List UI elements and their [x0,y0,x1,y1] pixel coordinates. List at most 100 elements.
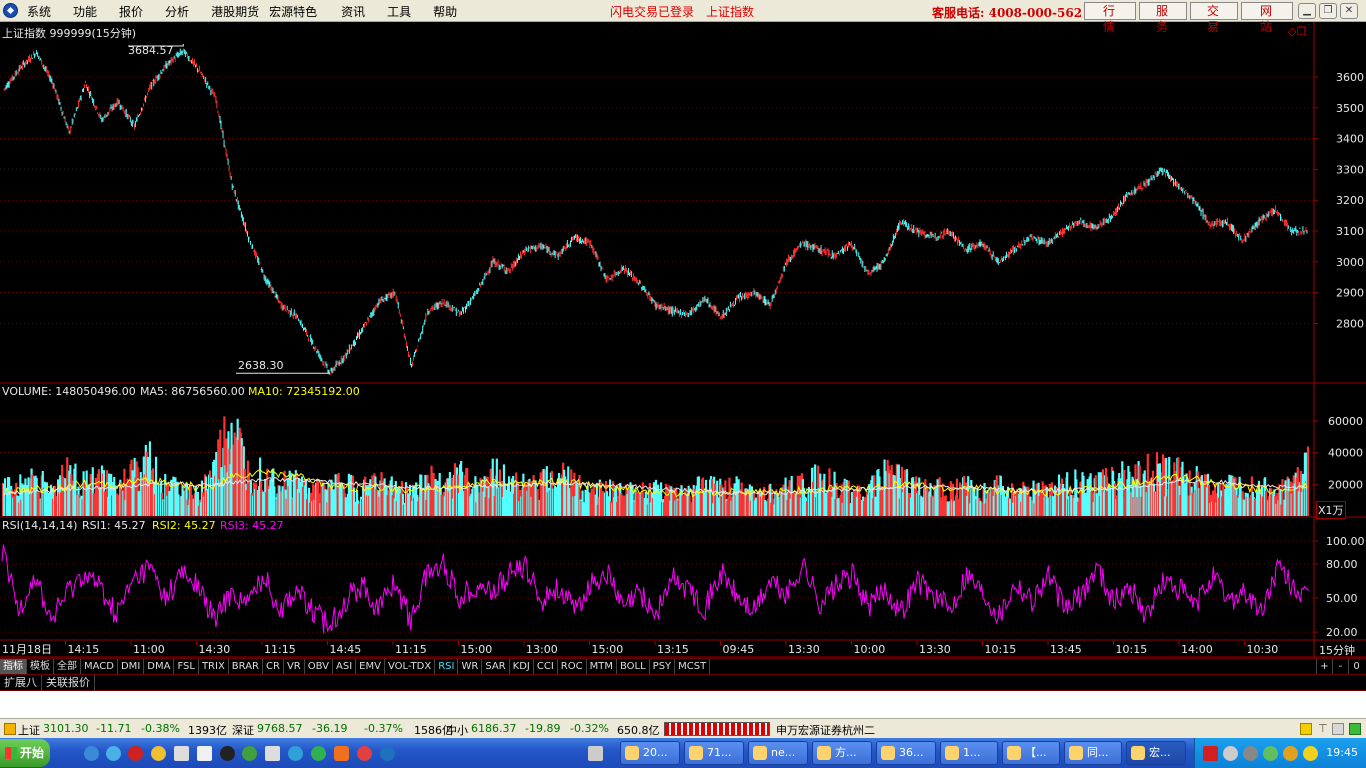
tray-ime-icon[interactable] [1303,746,1318,761]
media-icon[interactable] [174,746,189,761]
qq-icon[interactable] [220,746,235,761]
menu-analysis[interactable]: 分析 [165,3,189,20]
menu-function[interactable]: 功能 [73,3,97,20]
volume-value: VOLUME: 148050496.00 [2,385,136,398]
keyboard-icon[interactable] [588,746,603,761]
search-icon[interactable] [106,746,121,761]
tray-security-icon[interactable] [1263,746,1278,761]
login-status[interactable]: 闪电交易已登录 [610,3,694,20]
tab-指标[interactable]: 指标 [0,659,27,674]
tab-fsl[interactable]: FSL [174,659,199,674]
menu-system[interactable]: 系统 [27,3,51,20]
tab-sar[interactable]: SAR [482,659,510,674]
tab-cci[interactable]: CCI [534,659,558,674]
time-axis-label: 14:45 [330,643,362,656]
browser-icon[interactable] [242,746,257,761]
time-axis-label: 13:15 [657,643,689,656]
tab-wr[interactable]: WR [458,659,483,674]
alert-icon[interactable] [4,723,16,735]
rsi-tick-label: 50.00 [1326,592,1358,605]
tab-boll[interactable]: BOLL [617,659,650,674]
menu-help[interactable]: 帮助 [433,3,457,20]
menu-hongyuan[interactable]: 宏源特色 [269,3,317,20]
menu-quote[interactable]: 报价 [119,3,143,20]
zoom-reset-button[interactable]: 0 [1348,659,1364,674]
task-button[interactable]: ne... [748,741,808,765]
task-button[interactable]: 1... [940,741,998,765]
chart-area[interactable]: 3600 3500 3400 3300 3200 3100 3000 2900 2800 6000… [0,22,1366,658]
task-button-active[interactable]: 宏... [1126,741,1186,765]
service-button[interactable]: 服 务 [1139,2,1187,34]
rsi1-value: RSI1: 45.27 [82,519,146,532]
ie-icon[interactable] [84,746,99,761]
task-button[interactable]: 20... [620,741,680,765]
trade-button[interactable]: 交 易 [1190,2,1238,34]
panel-options-icon[interactable]: ◇❐ [1288,25,1306,38]
notify-icon[interactable] [1300,723,1312,735]
rsi-tick-label: 80.00 [1326,558,1358,571]
task-button[interactable]: 71... [684,741,744,765]
sh-index-value: 3101.30 [43,722,89,735]
tray-update-icon[interactable] [1283,746,1298,761]
task-button[interactable]: 36... [876,741,936,765]
chrome-icon[interactable] [357,746,372,761]
tab-dmi[interactable]: DMI [118,659,145,674]
tab-macd[interactable]: MACD [81,659,118,674]
zoom-in-button[interactable]: + [1316,659,1332,674]
tab-emv[interactable]: EMV [356,659,385,674]
smile-icon[interactable] [151,746,166,761]
browser3-icon[interactable] [311,746,326,761]
tab-roc[interactable]: ROC [558,659,587,674]
tab-kdj[interactable]: KDJ [510,659,534,674]
price-tick-label: 3300 [1336,163,1364,176]
calc-icon[interactable] [265,746,280,761]
sz-index-name[interactable]: 深证 [232,722,254,738]
tab-dma[interactable]: DMA [144,659,175,674]
tab-obv[interactable]: OBV [305,659,333,674]
task-button[interactable]: 【... [1002,741,1060,765]
restore-icon[interactable]: ❐ [1319,3,1337,19]
tab-vol-tdx[interactable]: VOL-TDX [385,659,436,674]
zoom-out-button[interactable]: - [1332,659,1348,674]
market-button[interactable]: 行 情 [1084,2,1136,34]
website-button[interactable]: 网 站 [1241,2,1293,34]
tray-network-icon[interactable] [1223,746,1238,761]
notepad-icon[interactable] [197,746,212,761]
tab-related-quote[interactable]: 关联报价 [42,675,95,691]
tray-app-icon[interactable] [1203,746,1218,761]
price-tick-label: 2900 [1336,287,1364,300]
ie2-icon[interactable] [380,746,395,761]
app-logo-icon[interactable] [3,3,18,18]
tab-brar[interactable]: BRAR [229,659,263,674]
tab-模板[interactable]: 模板 [27,659,54,674]
tab-psy[interactable]: PSY [650,659,676,674]
browser2-icon[interactable] [288,746,303,761]
tab-expand-8[interactable]: 扩展八 [0,675,42,691]
zx-index-name[interactable]: 中小 [446,722,468,738]
menu-hk-futures[interactable]: 港股期货 [211,3,259,20]
tab-全部[interactable]: 全部 [54,659,81,674]
task-button[interactable]: 同... [1064,741,1122,765]
rsi-tick-label: 100.00 [1326,535,1365,548]
task-button[interactable]: 方... [812,741,872,765]
sz-index-change: -36.19 [312,722,348,735]
tab-mcst[interactable]: MCST [675,659,711,674]
minimize-icon[interactable]: ▁ [1298,3,1316,19]
app-icon[interactable] [128,746,143,761]
app2-icon[interactable] [334,746,349,761]
close-icon[interactable]: ✕ [1340,3,1358,19]
tray-volume-icon[interactable] [1243,746,1258,761]
sh-index-name[interactable]: 上证 [18,722,40,738]
tab-cr[interactable]: CR [263,659,284,674]
tab-vr[interactable]: VR [284,659,305,674]
tab-mtm[interactable]: MTM [587,659,617,674]
settings-icon[interactable] [1332,723,1344,735]
start-button[interactable]: 开始 [0,739,50,767]
main-menu: 系统 功能 报价 分析 港股期货 宏源特色 资讯 工具 帮助 [27,3,479,20]
tab-rsi[interactable]: RSI [435,659,459,674]
chart-canvas[interactable]: 3600 3500 3400 3300 3200 3100 3000 2900 2800 6000… [0,22,1366,658]
tab-asi[interactable]: ASI [333,659,357,674]
tab-trix[interactable]: TRIX [199,659,229,674]
menu-tools[interactable]: 工具 [387,3,411,20]
menu-info[interactable]: 资讯 [341,3,365,20]
